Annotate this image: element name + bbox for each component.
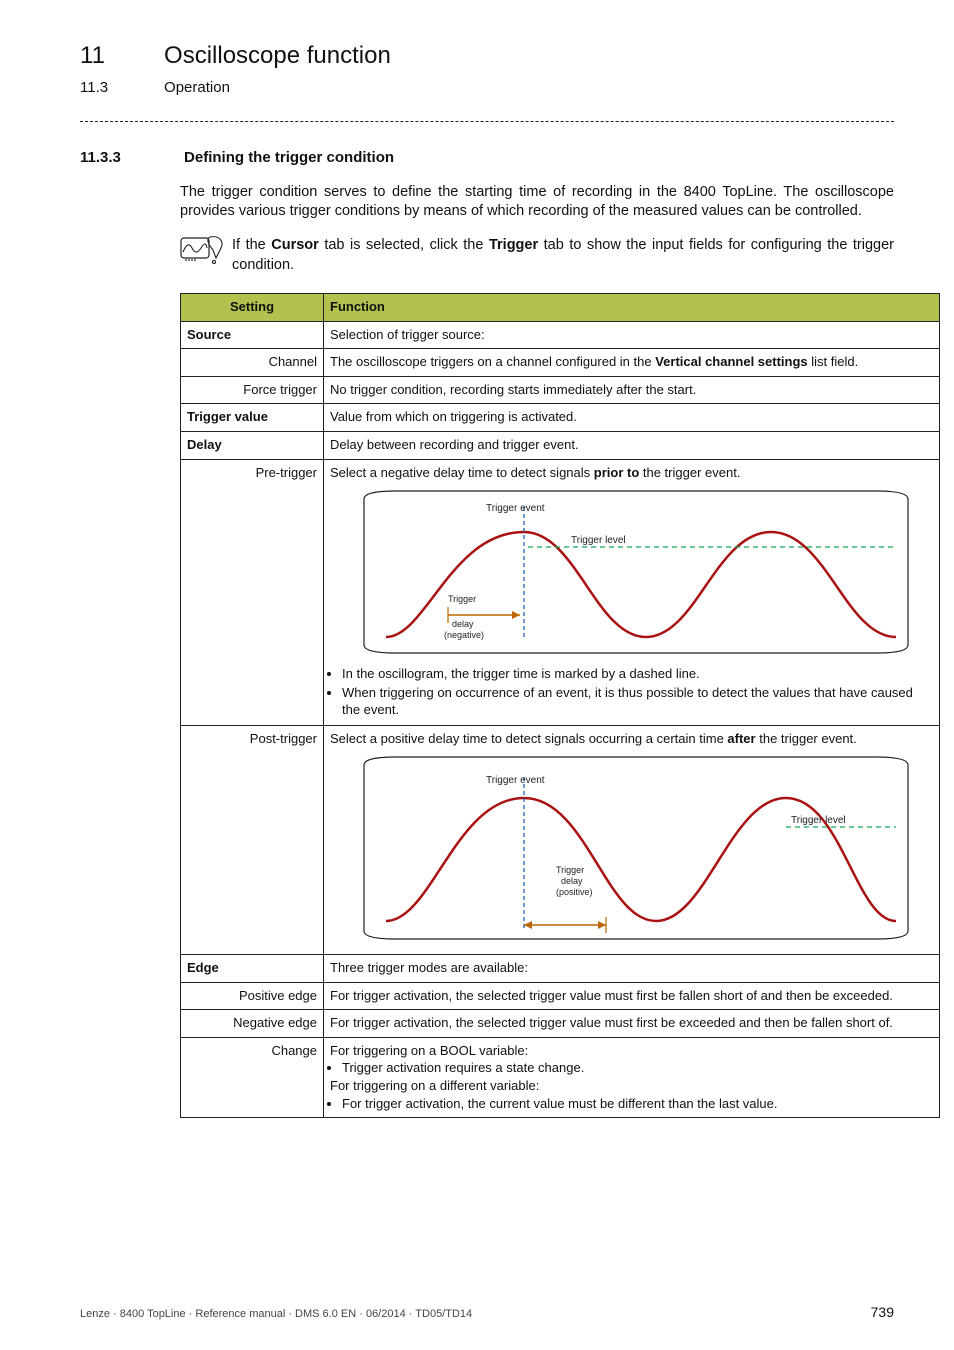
setting-label: Force trigger bbox=[181, 376, 324, 404]
diagram-label-trigger-level: Trigger level bbox=[791, 815, 846, 826]
setting-function: Value from which on triggering is activa… bbox=[324, 404, 940, 432]
table-row: Post-trigger Select a positive delay tim… bbox=[181, 725, 940, 955]
diagram-label-trigger-event: Trigger event bbox=[486, 775, 545, 786]
setting-label: Channel bbox=[181, 349, 324, 377]
diagram-label-delay-l2: delay bbox=[561, 876, 583, 886]
table-row: Change For triggering on a BOOL variable… bbox=[181, 1037, 940, 1117]
text: The oscilloscope triggers on a channel c… bbox=[330, 354, 655, 369]
section-title: Defining the trigger condition bbox=[184, 148, 394, 168]
table-row: Delay Delay between recording and trigge… bbox=[181, 432, 940, 460]
list-item: When triggering on occurrence of an even… bbox=[342, 684, 933, 719]
table-row: Trigger value Value from which on trigge… bbox=[181, 404, 940, 432]
diagram-label-delay-l1: Trigger bbox=[556, 865, 584, 875]
setting-function: Three trigger modes are available: bbox=[324, 955, 940, 983]
table-row: Force trigger No trigger condition, reco… bbox=[181, 376, 940, 404]
page-number: 739 bbox=[871, 1303, 894, 1322]
table-row: Positive edge For trigger activation, th… bbox=[181, 982, 940, 1010]
setting-label: Edge bbox=[181, 955, 324, 983]
table-row: Channel The oscilloscope triggers on a c… bbox=[181, 349, 940, 377]
setting-label: Delay bbox=[181, 432, 324, 460]
post-trigger-diagram: Trigger level Trigger event Trigger dela… bbox=[330, 747, 933, 949]
diagram-label-delay-l3: (negative) bbox=[444, 630, 484, 640]
section-number: 11.3.3 bbox=[80, 148, 180, 168]
table-row: Edge Three trigger modes are available: bbox=[181, 955, 940, 983]
text: the trigger event. bbox=[639, 465, 740, 480]
list-item: Trigger activation requires a state chan… bbox=[342, 1059, 933, 1077]
setting-label: Positive edge bbox=[181, 982, 324, 1010]
divider bbox=[80, 121, 894, 122]
setting-label: Source bbox=[181, 321, 324, 349]
setting-function: Selection of trigger source: bbox=[324, 321, 940, 349]
chapter-title: Oscilloscope function bbox=[164, 40, 391, 72]
subsection-title: Operation bbox=[164, 78, 230, 98]
page-footer: Lenze · 8400 TopLine · Reference manual … bbox=[80, 1303, 894, 1322]
diagram-label-trigger-event: Trigger event bbox=[486, 503, 545, 514]
subsection-number: 11.3 bbox=[80, 78, 160, 98]
setting-function: Delay between recording and trigger even… bbox=[324, 432, 940, 460]
text: For triggering on a different variable: bbox=[330, 1077, 933, 1095]
setting-function: No trigger condition, recording starts i… bbox=[324, 376, 940, 404]
diagram-label-trigger-level: Trigger level bbox=[571, 535, 626, 546]
tip-prefix: If the bbox=[232, 237, 271, 253]
diagram-label-delay-l2: delay bbox=[452, 619, 474, 629]
diagram-label-delay-l1: Trigger bbox=[448, 594, 476, 604]
pre-trigger-diagram: Trigger level Trigger event Trigger dela… bbox=[330, 481, 933, 663]
tip-text: If the Cursor tab is selected, click the… bbox=[232, 236, 894, 275]
tip-cursor: Cursor bbox=[271, 237, 319, 253]
setting-label: Trigger value bbox=[181, 404, 324, 432]
footer-text: Lenze · 8400 TopLine · Reference manual … bbox=[80, 1307, 472, 1322]
setting-label: Pre-trigger bbox=[181, 459, 324, 725]
table-row: Pre-trigger Select a negative delay time… bbox=[181, 459, 940, 725]
text: For triggering on a BOOL variable: bbox=[330, 1042, 933, 1060]
text-bold: Vertical channel settings bbox=[655, 354, 807, 369]
section-paragraph: The trigger condition serves to define t… bbox=[180, 183, 894, 222]
list-item: In the oscillogram, the trigger time is … bbox=[342, 665, 933, 683]
chapter-number: 11 bbox=[80, 40, 160, 72]
text-bold: after bbox=[727, 731, 755, 746]
col-header-setting: Setting bbox=[181, 294, 324, 322]
col-header-function: Function bbox=[324, 294, 940, 322]
table-row: Negative edge For trigger activation, th… bbox=[181, 1010, 940, 1038]
table-row: Source Selection of trigger source: bbox=[181, 321, 940, 349]
tip-mid: tab is selected, click the bbox=[319, 237, 489, 253]
settings-table: Setting Function Source Selection of tri… bbox=[180, 293, 940, 1118]
diagram-label-delay-l3: (positive) bbox=[556, 887, 593, 897]
setting-function: Select a negative delay time to detect s… bbox=[324, 459, 940, 725]
oscilloscope-cursor-icon bbox=[180, 234, 226, 264]
text: list field. bbox=[808, 354, 859, 369]
setting-label: Negative edge bbox=[181, 1010, 324, 1038]
setting-function: Select a positive delay time to detect s… bbox=[324, 725, 940, 955]
setting-label: Post-trigger bbox=[181, 725, 324, 955]
setting-label: Change bbox=[181, 1037, 324, 1117]
setting-function: For trigger activation, the selected tri… bbox=[324, 982, 940, 1010]
list-item: For trigger activation, the current valu… bbox=[342, 1095, 933, 1113]
setting-function: For trigger activation, the selected tri… bbox=[324, 1010, 940, 1038]
tip-trigger: Trigger bbox=[489, 237, 538, 253]
setting-function: The oscilloscope triggers on a channel c… bbox=[324, 349, 940, 377]
setting-function: For triggering on a BOOL variable: Trigg… bbox=[324, 1037, 940, 1117]
text: Select a negative delay time to detect s… bbox=[330, 465, 594, 480]
text: the trigger event. bbox=[756, 731, 857, 746]
text: Select a positive delay time to detect s… bbox=[330, 731, 727, 746]
text-bold: prior to bbox=[594, 465, 640, 480]
